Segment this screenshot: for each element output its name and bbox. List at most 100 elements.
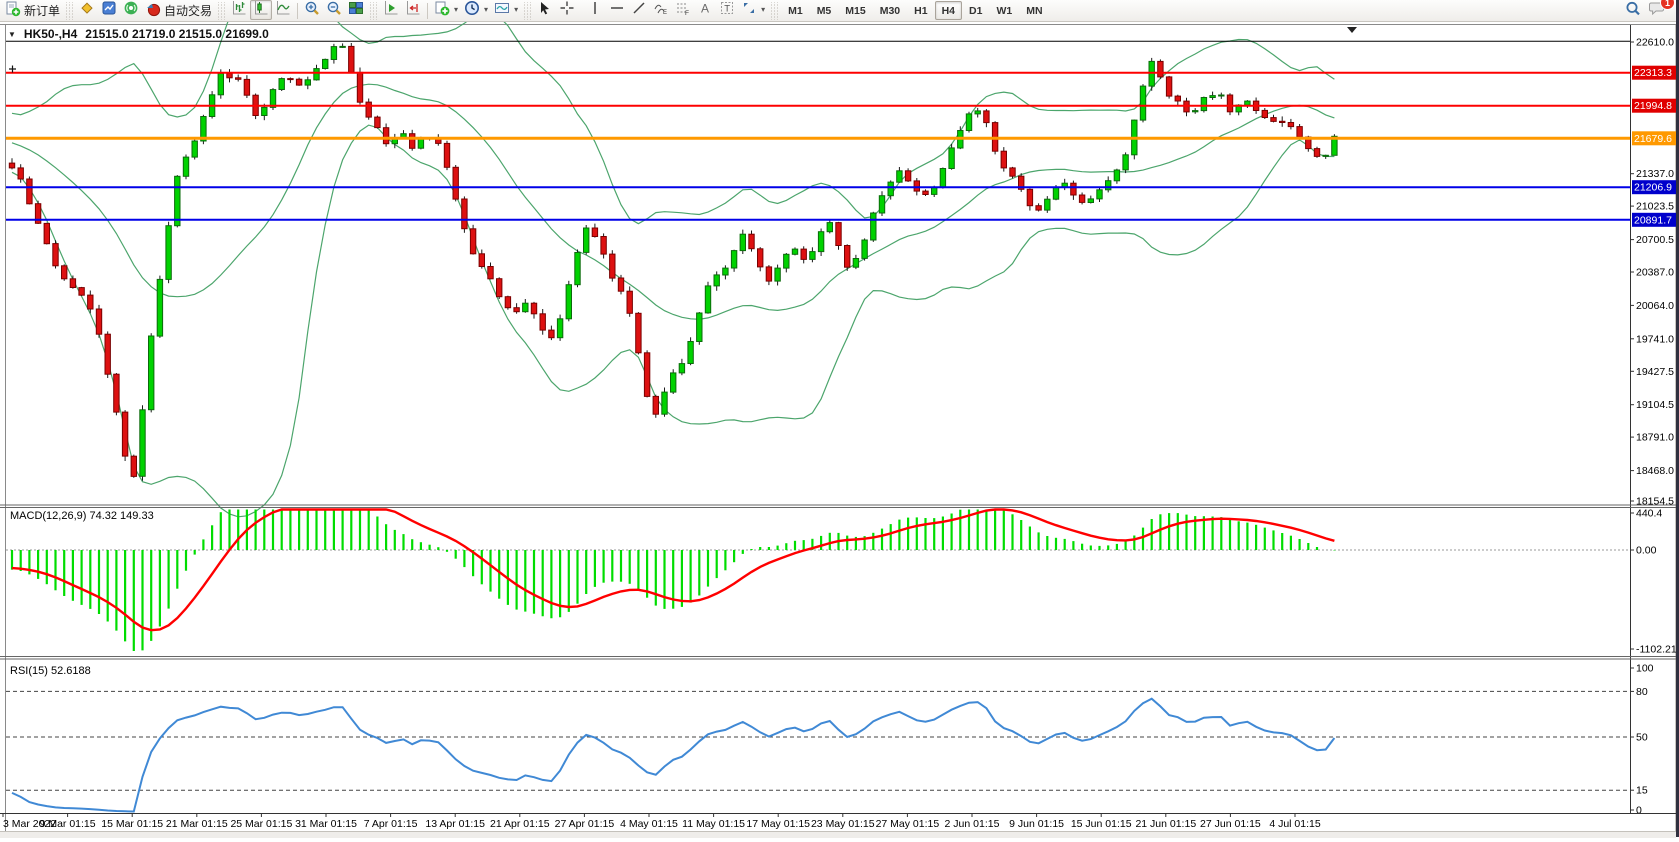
timeframe-m1-button[interactable]: M1	[781, 1, 810, 20]
zoom-out-icon	[326, 0, 342, 19]
chart-shift-button[interactable]	[402, 0, 424, 20]
line-icon	[275, 0, 291, 19]
bars-icon	[231, 0, 247, 19]
new-chart-icon	[434, 0, 450, 19]
metaeditor-button[interactable]	[76, 0, 98, 20]
search-button[interactable]	[1621, 1, 1645, 21]
candles-button[interactable]	[250, 0, 272, 20]
timeframe-m5-button[interactable]: M5	[810, 1, 839, 20]
crosshair-button[interactable]	[556, 0, 578, 20]
ohlc-values: 21515.0 21719.0 21515.0 21699.0	[85, 27, 269, 41]
svg-text:15: 15	[1636, 785, 1648, 797]
svg-text:20700.5: 20700.5	[1636, 234, 1674, 246]
timeframe-w1-button[interactable]: W1	[989, 1, 1019, 20]
dropdown-caret-icon: ▾	[484, 5, 488, 14]
price-axis: 22610.021337.021023.520700.520387.020064…	[1630, 37, 1677, 508]
price-badge: 21206.9	[1632, 180, 1677, 194]
tile-windows-button[interactable]	[345, 0, 367, 20]
templates-button[interactable]: ▾	[491, 0, 521, 20]
svg-text:A: A	[701, 2, 709, 16]
svg-text:-1102.21: -1102.21	[1636, 644, 1677, 656]
new-order-button[interactable]: 新订单	[2, 1, 63, 21]
dropdown-caret-icon: ▾	[761, 5, 765, 14]
svg-text:9 Mar 01:15: 9 Mar 01:15	[40, 818, 96, 830]
svg-text:4 Jul 01:15: 4 Jul 01:15	[1269, 818, 1321, 830]
search-icon	[1624, 0, 1642, 21]
periods-button[interactable]: ▾	[461, 0, 491, 20]
svg-text:21337.0: 21337.0	[1636, 168, 1674, 180]
svg-text:15 Mar 01:15: 15 Mar 01:15	[101, 818, 163, 830]
market-button[interactable]	[98, 0, 120, 20]
svg-text:21206.9: 21206.9	[1634, 182, 1672, 194]
templates-icon	[494, 0, 510, 19]
toolbar-grip	[771, 2, 778, 20]
cursor-button[interactable]	[534, 0, 556, 20]
chart-window[interactable]: ▼ HK50-,H4 21515.0 21719.0 21515.0 21699…	[0, 22, 1679, 837]
price-badge: 21679.6	[1632, 131, 1677, 145]
auto-scroll-icon	[383, 0, 399, 19]
horizontal-line-button[interactable]	[606, 0, 628, 20]
timeframe-h1-button[interactable]: H1	[907, 1, 934, 20]
new-chart-button[interactable]: ▾	[431, 0, 461, 20]
timeframe-mn-button[interactable]: MN	[1019, 1, 1049, 20]
tile-windows-icon	[348, 0, 364, 19]
toolbar-grip	[218, 2, 225, 20]
svg-text:21 Mar 01:15: 21 Mar 01:15	[166, 818, 228, 830]
timeframe-m30-button[interactable]: M30	[873, 1, 907, 20]
svg-text:2 Jun 01:15: 2 Jun 01:15	[945, 818, 1000, 830]
vertical-line-icon	[587, 0, 603, 19]
trendline-button[interactable]	[628, 0, 650, 20]
arrows-button[interactable]: ▾	[738, 0, 768, 20]
zoom-in-button[interactable]	[301, 0, 323, 20]
signals-button[interactable]	[120, 0, 142, 20]
bars-button[interactable]	[228, 0, 250, 20]
svg-text:0: 0	[1636, 805, 1642, 817]
timeframe-d1-button[interactable]: D1	[962, 1, 989, 20]
svg-text:23 May 01:15: 23 May 01:15	[811, 818, 875, 830]
equidistant-channel-button[interactable]: E	[650, 0, 672, 20]
dropdown-caret-icon: ▾	[514, 5, 518, 14]
signals-icon	[123, 0, 139, 19]
dropdown-caret-icon: ▾	[454, 5, 458, 14]
svg-text:21679.6: 21679.6	[1634, 133, 1672, 145]
svg-text:15 Jun 01:15: 15 Jun 01:15	[1071, 818, 1132, 830]
svg-text:25 Mar 01:15: 25 Mar 01:15	[230, 818, 292, 830]
zoom-out-button[interactable]	[323, 0, 345, 20]
svg-text:7 Apr 01:15: 7 Apr 01:15	[364, 818, 418, 830]
svg-text:21 Jun 01:15: 21 Jun 01:15	[1135, 818, 1196, 830]
svg-text:100: 100	[1636, 663, 1654, 675]
svg-text:11 May 01:15: 11 May 01:15	[682, 818, 745, 830]
main-toolbar: 新订单 自动交易 ▾▾▾ EFAT▾ M1M5M15M30H1H4D1W1MN …	[0, 0, 1679, 22]
collapse-arrow-icon[interactable]: ▼	[8, 30, 16, 39]
svg-text:31 Mar 01:15: 31 Mar 01:15	[295, 818, 357, 830]
crosshair-icon	[559, 0, 575, 19]
rsi-pane-label: RSI(15) 52.6188	[10, 665, 91, 677]
svg-text:19741.0: 19741.0	[1636, 333, 1674, 345]
svg-text:18468.0: 18468.0	[1636, 465, 1674, 477]
timeframe-m15-button[interactable]: M15	[838, 1, 872, 20]
new-order-icon	[5, 1, 21, 20]
text-icon: A	[697, 0, 713, 19]
svg-text:18154.5: 18154.5	[1636, 496, 1674, 508]
svg-text:19104.5: 19104.5	[1636, 399, 1674, 411]
toolbar-grip	[524, 2, 531, 20]
svg-text:9 Jun 01:15: 9 Jun 01:15	[1009, 818, 1064, 830]
auto-scroll-button[interactable]	[380, 0, 402, 20]
text-button[interactable]: A	[694, 0, 716, 20]
svg-text:E: E	[663, 10, 667, 16]
line-button[interactable]	[272, 0, 294, 20]
chart-canvas[interactable]: 22610.021337.021023.520700.520387.020064…	[0, 22, 1679, 837]
vertical-line-button[interactable]	[584, 0, 606, 20]
text-label-button[interactable]: T	[716, 0, 738, 20]
symbol-header[interactable]: ▼ HK50-,H4 21515.0 21719.0 21515.0 21699…	[8, 27, 269, 41]
fibonacci-icon: F	[675, 0, 691, 19]
svg-text:27 May 01:15: 27 May 01:15	[876, 818, 940, 830]
svg-text:27 Apr 01:15: 27 Apr 01:15	[555, 818, 615, 830]
fibonacci-button[interactable]: F	[672, 0, 694, 20]
autotrading-button[interactable]: 自动交易	[142, 1, 215, 21]
timeframe-h4-button[interactable]: H4	[935, 1, 962, 20]
svg-text:50: 50	[1636, 732, 1648, 744]
svg-text:4 May 01:15: 4 May 01:15	[620, 818, 678, 830]
svg-text:18791.0: 18791.0	[1636, 432, 1674, 444]
chat-button[interactable]: 1	[1645, 0, 1669, 22]
